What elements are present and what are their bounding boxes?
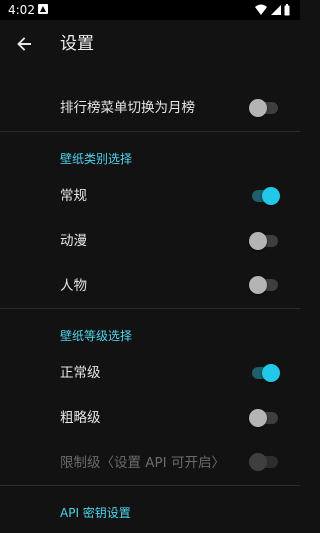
setting-label: 正常级 <box>60 365 101 381</box>
category-people-toggle[interactable] <box>249 275 279 295</box>
setting-level-restricted: 限制级〈设置 API 可开启〉 <box>0 442 300 484</box>
settings-screen: 4:02 设置 排行榜菜单切换为月榜 壁纸类别选择 常规 动漫 人物 壁纸等级选… <box>0 0 300 533</box>
setting-level-sketchy[interactable]: 粗略级 <box>0 396 300 442</box>
category-general-toggle[interactable] <box>249 186 280 206</box>
setting-category-anime[interactable]: 动漫 <box>0 219 300 265</box>
app-bar: 设置 <box>0 20 300 68</box>
level-restricted-toggle <box>249 452 279 472</box>
toggle-thumb <box>249 276 267 294</box>
setting-monthly-ranking[interactable]: 排行榜菜单切换为月榜 <box>0 84 300 130</box>
section-header-api-key: API 密钥设置 <box>60 506 131 520</box>
toggle-thumb <box>249 99 267 117</box>
setting-label: 常规 <box>60 188 87 204</box>
setting-label: 动漫 <box>60 233 87 249</box>
setting-category-people[interactable]: 人物 <box>0 265 300 307</box>
wifi-icon <box>255 4 267 15</box>
notification-icon <box>38 4 48 14</box>
toggle-thumb <box>249 453 267 471</box>
toggle-thumb <box>262 187 280 205</box>
section-header-wallpaper-level: 壁纸等级选择 <box>60 329 133 343</box>
setting-level-normal[interactable]: 正常级 <box>0 350 300 396</box>
level-normal-toggle[interactable] <box>249 363 280 383</box>
section-header-wallpaper-category: 壁纸类别选择 <box>60 152 133 166</box>
status-bar: 4:02 <box>0 0 300 20</box>
toggle-thumb <box>249 232 267 250</box>
page-title: 设置 <box>60 34 94 54</box>
category-anime-toggle[interactable] <box>249 231 279 251</box>
setting-category-general[interactable]: 常规 <box>0 173 300 219</box>
setting-label: 排行榜菜单切换为月榜 <box>60 100 195 116</box>
divider <box>0 131 300 132</box>
signal-icon <box>271 5 281 15</box>
divider <box>0 308 300 309</box>
toggle-thumb <box>249 409 267 427</box>
battery-icon <box>284 4 290 16</box>
system-icons <box>254 3 294 17</box>
status-time: 4:02 <box>8 3 35 17</box>
setting-label: 限制级〈设置 API 可开启〉 <box>60 455 225 471</box>
setting-label: 人物 <box>60 278 87 294</box>
back-arrow-icon[interactable] <box>12 32 36 56</box>
toggle-thumb <box>262 364 280 382</box>
divider <box>0 485 300 486</box>
level-sketchy-toggle[interactable] <box>249 408 279 428</box>
monthly-ranking-toggle[interactable] <box>249 98 279 118</box>
setting-label: 粗略级 <box>60 410 101 426</box>
